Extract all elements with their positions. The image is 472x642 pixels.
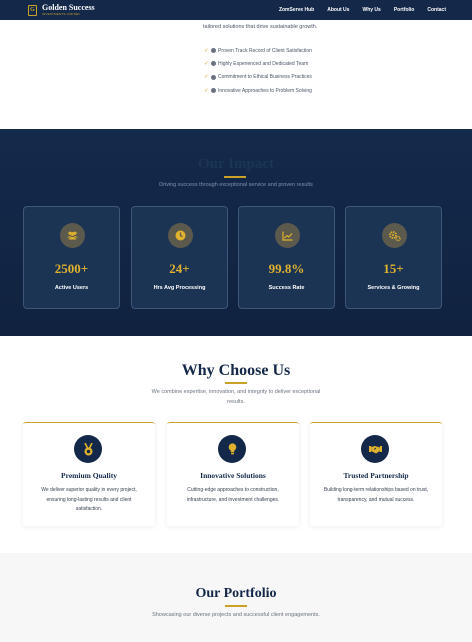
stat-value: 15+ [383, 261, 404, 276]
feature-card-innovation: Innovative Solutions Cutting-edge approa… [167, 422, 299, 526]
stat-label: Services & Growing [367, 285, 420, 291]
gears-icon [382, 223, 407, 248]
handshake-icon [361, 435, 389, 463]
impact-title: Our Impact [198, 156, 274, 172]
portfolio-section: Our Portfolio Showcasing our diverse pro… [0, 553, 472, 642]
feature-title: Innovative Solutions [200, 471, 266, 480]
check-icon: ✓ [204, 87, 209, 94]
about-point-text: Proven Track Record of Client Satisfacti… [218, 47, 312, 54]
lightbulb-icon [218, 435, 246, 463]
logo-icon: G [28, 4, 37, 16]
title-underline [225, 382, 247, 384]
stat-card-users: 2500+ Active Users [23, 206, 120, 309]
title-underline [225, 605, 247, 607]
feature-title: Trusted Partnership [343, 471, 409, 480]
bullet-icon [211, 48, 216, 54]
brand-logo-link[interactable]: G Golden Success INVESTMENTS LIMITED [28, 4, 95, 16]
why-subtitle: We combine expertise, innovation, and in… [151, 389, 321, 405]
stat-value: 24+ [169, 261, 190, 276]
why-title: Why Choose Us [181, 362, 291, 379]
feature-card-quality: Premium Quality We deliver superior qual… [23, 422, 155, 526]
users-icon [60, 223, 85, 248]
about-points: ✓ Proven Track Record of Client Satisfact… [204, 44, 312, 97]
stat-value: 99.8% [268, 261, 305, 276]
bullet-icon [211, 61, 216, 67]
feature-text: We deliver superior quality in every pro… [41, 487, 137, 512]
nav-why-us[interactable]: Why Us [362, 7, 380, 13]
medal-icon [74, 435, 102, 463]
page: services. We pride ourselves on understa… [0, 0, 472, 642]
bullet-icon [211, 88, 216, 94]
stat-card-processing: 24+ Hrs Avg Processing [131, 206, 228, 309]
brand-subtitle: INVESTMENTS LIMITED [42, 12, 80, 16]
nav-contact[interactable]: Contact [427, 7, 446, 13]
check-icon: ✓ [204, 47, 209, 54]
feature-text: Cutting-edge approaches to construction,… [186, 487, 280, 503]
about-point-text: Commitment to Ethical Business Practices [218, 74, 312, 81]
stat-card-services: 15+ Services & Growing [345, 206, 442, 309]
stat-value: 2500+ [54, 261, 89, 276]
site-header: G Golden Success INVESTMENTS LIMITED Zom… [0, 0, 472, 20]
portfolio-subtitle: Showcasing our diverse projects and succ… [152, 612, 320, 618]
about-point: ✓ Innovative Approaches to Problem Solvin… [204, 84, 312, 97]
feature-title: Premium Quality [61, 471, 117, 480]
stat-label: Success Rate [268, 285, 305, 291]
chart-line-icon [275, 223, 300, 248]
check-icon: ✓ [204, 74, 209, 81]
title-underline [224, 176, 246, 178]
nav-portfolio[interactable]: Portfolio [394, 7, 415, 13]
portfolio-title: Our Portfolio [195, 586, 277, 601]
impact-section: Our Impact Driving success through excep… [0, 129, 472, 336]
about-point-text: Highly Experienced and Dedicated Team [218, 60, 309, 67]
bullet-icon [211, 74, 216, 80]
clock-icon [168, 223, 193, 248]
main-nav: ZomServe Hub About Us Why Us Portfolio C… [279, 7, 446, 13]
stat-label: Hrs Avg Processing [153, 285, 206, 291]
about-point: ✓ Commitment to Ethical Business Practice… [204, 71, 312, 84]
feature-card-partnership: Trusted Partnership Building long-term r… [310, 422, 442, 526]
about-point: ✓ Highly Experienced and Dedicated Team [204, 57, 312, 70]
brand-name: Golden Success [42, 3, 95, 12]
feature-text: Building long-term relationships based o… [323, 487, 429, 503]
stat-card-success-rate: 99.8% Success Rate [238, 206, 335, 309]
why-choose-section: Why Choose Us We combine expertise, inno… [0, 336, 472, 553]
about-point: ✓ Proven Track Record of Client Satisfact… [204, 44, 312, 57]
stat-label: Active Users [54, 285, 89, 291]
about-point-text: Innovative Approaches to Problem Solving [218, 87, 312, 94]
nav-zomserve-hub[interactable]: ZomServe Hub [279, 7, 314, 13]
nav-about-us[interactable]: About Us [327, 7, 349, 13]
check-icon: ✓ [204, 60, 209, 67]
impact-subtitle: Driving success through exceptional serv… [159, 182, 313, 188]
